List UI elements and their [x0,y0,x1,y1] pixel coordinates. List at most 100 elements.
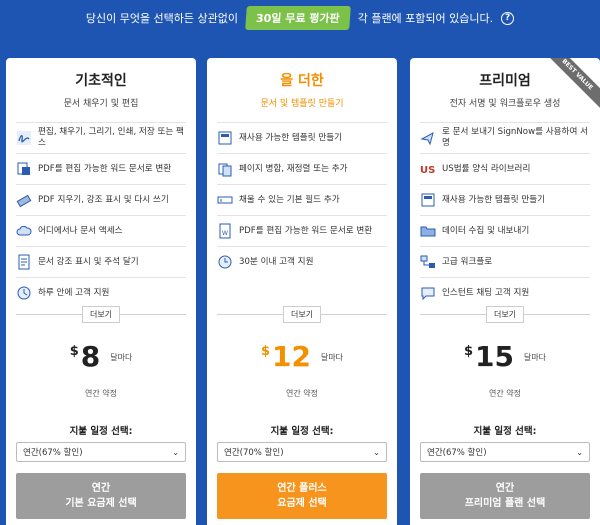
feature-text: 편집, 채우기, 그리기, 인쇄, 저장 또는 팩스 [38,127,184,148]
list-item: 채울 수 있는 기본 필드 추가 [217,184,387,215]
workflow-icon [420,254,436,270]
list-item: 로 문서 보내기 SignNow를 사용하여 서명 [420,122,590,153]
plan-subtitle: 문서 채우기 및 편집 [63,99,139,109]
more-button[interactable]: 더보기 [81,306,121,323]
list-item: 데이터 수집 및 내보내기 [420,215,590,246]
price-period: 달마다 [523,353,547,362]
feature-text: PDF 지우기, 강조 표시 및 다시 쓰기 [38,194,169,205]
plan-subtitle: 전자 서명 및 워크플로우 생성 [449,99,561,109]
more-divider: 더보기 [207,306,397,323]
billing-select[interactable]: 연간(70% 할인) ⌄ [217,442,387,462]
list-item: 어디에서나 문서 액세스 [16,215,186,246]
select-basic-plan-button[interactable]: 연간 기본 요금제 선택 [16,473,186,519]
list-item: 재사용 가능한 템플릿 만들기 [420,184,590,215]
plan-title: 기초적인 [75,73,127,89]
cta-line2: 프리미엄 플랜 선택 [464,498,546,509]
billing-select-value: 연간(67% 할인) [427,448,487,458]
price: $ 8 달마다 [6,342,196,372]
feature-text: PDF를 편집 가능한 워드 문서로 변환 [38,163,172,174]
convert-doc-icon [16,161,32,177]
price-amount: 15 [474,340,514,373]
select-plus-plan-button[interactable]: 연간 플러스 요금제 선택 [217,473,387,519]
cta-line2: 요금제 선택 [277,498,327,509]
help-icon[interactable]: ? [501,11,515,25]
billing-select[interactable]: 연간(67% 할인) ⌄ [420,442,590,462]
word-doc-icon: W [217,223,233,239]
chat-icon [420,285,436,301]
plan-card-premium: BEST VALUE 프리미엄 전자 서명 및 워크플로우 생성 로 문서 보내… [410,58,600,525]
feature-text: 로 문서 보내기 SignNow를 사용하여 서명 [442,127,588,148]
billing-select[interactable]: 연간(67% 할인) ⌄ [16,442,186,462]
chevron-down-icon: ⌄ [373,447,380,457]
annual-commitment: 연간 약정 [286,389,318,398]
list-item: US US법률 양식 라이브러리 [420,153,590,184]
list-item: 재사용 가능한 템플릿 만들기 [217,122,387,153]
template-icon [420,192,436,208]
billing-select-value: 연간(67% 할인) [23,448,83,458]
banner-pre-text: 당신이 무엇을 선택하든 상관없이 [85,12,239,25]
price: $ 12 달마다 [207,342,397,372]
feature-text: 고급 워크플로 [442,256,493,267]
list-item: 하루 안에 고객 지원 [16,277,186,308]
feature-text: 채울 수 있는 기본 필드 추가 [239,194,340,205]
eraser-icon [16,192,32,208]
cta-line2: 기본 요금제 선택 [65,498,137,509]
svg-text:US: US [420,165,435,176]
list-item: 페이지 병합, 재정렬 또는 추가 [217,153,387,184]
svg-text:W: W [222,230,228,237]
merge-pages-icon [217,161,233,177]
cta-line1: 연간 플러스 [277,483,327,494]
cloud-icon [16,223,32,239]
list-item: PDF를 편집 가능한 워드 문서로 변환 [16,153,186,184]
list-item: 편집, 채우기, 그리기, 인쇄, 저장 또는 팩스 [16,122,186,153]
price-amount: 12 [271,340,311,373]
feature-text: 30분 이내 고객 지원 [239,256,314,267]
cta-line1: 연간 [91,483,111,494]
feature-text: 문서 강조 표시 및 주석 달기 [38,256,139,267]
list-item: PDF 지우기, 강조 표시 및 다시 쓰기 [16,184,186,215]
list-item: 문서 강조 표시 및 주석 달기 [16,246,186,277]
folder-icon [420,223,436,239]
signnow-icon [420,130,436,146]
fillable-field-icon [217,192,233,208]
price-period: 달마다 [320,353,344,362]
plan-card-plus: 을 더한 문서 및 템플릿 만들기 재사용 가능한 템플릿 만들기 페이지 병합… [207,58,397,525]
chevron-down-icon: ⌄ [172,447,179,457]
plan-subtitle: 문서 및 템플릿 만들기 [260,99,344,109]
annual-commitment: 연간 약정 [85,389,117,398]
clock-icon [16,285,32,301]
promo-banner: 당신이 무엇을 선택하든 상관없이 30일 무료 평가판 각 플랜에 포함되어 … [0,0,600,36]
more-button[interactable]: 더보기 [282,306,322,323]
plan-title: 을 더한 [280,73,324,89]
list-item: W PDF를 편집 가능한 워드 문서로 변환 [217,215,387,246]
cta-line1: 연간 [495,483,515,494]
feature-text: 하루 안에 고객 지원 [38,287,110,298]
free-trial-badge: 30일 무료 평가판 [245,6,351,30]
schedule-label: 지불 일정 선택: [473,426,537,437]
feature-text: 데이터 수집 및 내보내기 [442,225,530,236]
feature-list: 재사용 가능한 템플릿 만들기 페이지 병합, 재정렬 또는 추가 채울 수 있… [207,122,397,277]
document-icon [16,254,32,270]
annual-commitment: 연간 약정 [489,389,521,398]
us-forms-icon: US [420,161,436,177]
support-timer-icon [217,254,233,270]
feature-list: 로 문서 보내기 SignNow를 사용하여 서명 US US법률 양식 라이브… [410,122,600,308]
price-currency: $ [260,344,270,359]
more-button[interactable]: 더보기 [485,306,525,323]
feature-text: 재사용 가능한 템플릿 만들기 [239,132,343,143]
list-item: 30분 이내 고객 지원 [217,246,387,277]
template-icon [217,130,233,146]
feature-text: 재사용 가능한 템플릿 만들기 [442,194,546,205]
price-currency: $ [69,344,79,359]
list-item: 인스턴트 채팅 고객 지원 [420,277,590,308]
chevron-down-icon: ⌄ [576,447,583,457]
feature-text: 어디에서나 문서 액세스 [38,225,123,236]
more-divider: 더보기 [410,306,600,323]
feature-text: US법률 양식 라이브러리 [442,163,531,174]
feature-text: PDF를 편집 가능한 워드 문서로 변환 [239,225,373,236]
signature-icon [16,130,32,146]
banner-post-text: 각 플랜에 포함되어 있습니다. [357,12,494,25]
feature-list: 편집, 채우기, 그리기, 인쇄, 저장 또는 팩스 PDF를 편집 가능한 워… [6,122,196,308]
feature-text: 페이지 병합, 재정렬 또는 추가 [239,163,348,174]
select-premium-plan-button[interactable]: 연간 프리미엄 플랜 선택 [420,473,590,519]
